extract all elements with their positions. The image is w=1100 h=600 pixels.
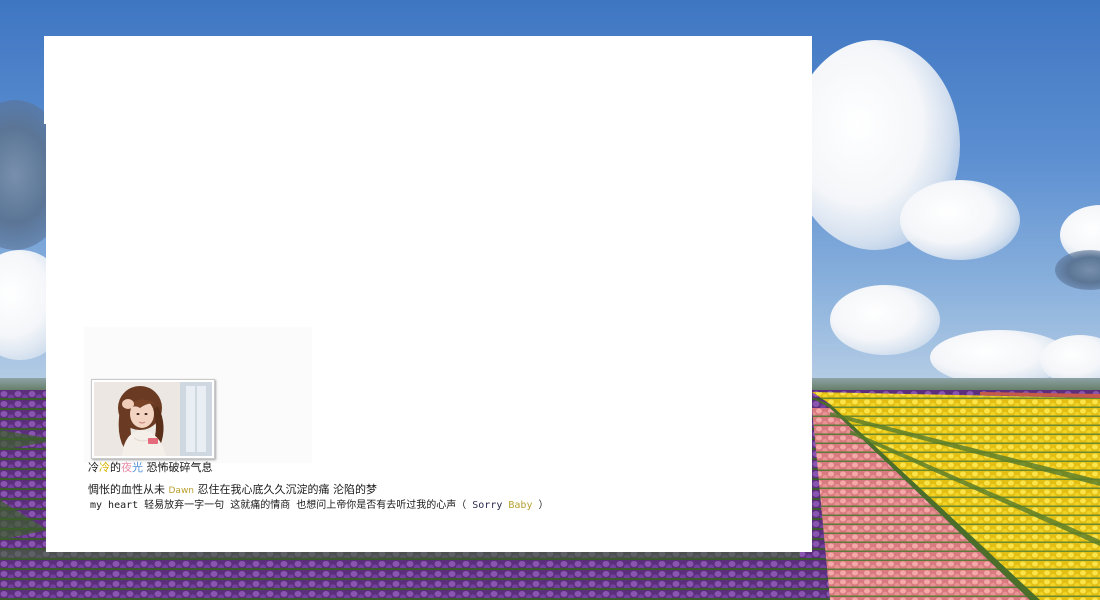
poem-line-2-part1: 惆怅的血性从未 (88, 483, 169, 496)
poem-line-3: my heart 轻易放弃一字一句 这就痛的情商 也想问上帝你是否有去听过我的心… (90, 499, 549, 513)
poem-line-1-part1: 冷 (88, 461, 99, 474)
poem-line-3-part2: Sorry (466, 500, 509, 511)
cloud-big-tail (900, 180, 1020, 260)
girl-portrait-photo-icon (94, 382, 212, 456)
poem-line-3-part4: ） (532, 500, 549, 511)
cloud-low-1 (830, 285, 940, 355)
poem-line-1-part2: 冷 (99, 461, 110, 474)
poem-line-2: 惆怅的血性从未 Dawn 忍住在我心底久久沉淀的痛 沦陷的梦 (88, 483, 377, 498)
poem-line-2-part2: Dawn (168, 486, 195, 496)
content-panel-edge (44, 36, 48, 124)
poem-line-2-part3: 忍住在我心底久久沉淀的痛 沦陷的梦 (194, 483, 378, 496)
poem-line-3-part1: my heart 轻易放弃一字一句 这就痛的情商 也想问上帝你是否有去听过我的心… (90, 500, 467, 511)
poem-line-1-part5: 光 (132, 461, 143, 474)
poem-line-1-part3: 的 (110, 461, 121, 474)
poem-line-1-part6: 恐怖破碎气息 (143, 461, 213, 474)
poem-line-1-part4: 夜 (121, 461, 132, 474)
poem-line-3-part3: Baby (508, 500, 533, 511)
profile-photo[interactable] (91, 379, 215, 459)
poem-line-1: 冷冷的夜光 恐怖破碎气息 (88, 461, 213, 475)
scene: 冷冷的夜光 恐怖破碎气息 惆怅的血性从未 Dawn 忍住在我心底久久沉淀的痛 沦… (0, 0, 1100, 600)
